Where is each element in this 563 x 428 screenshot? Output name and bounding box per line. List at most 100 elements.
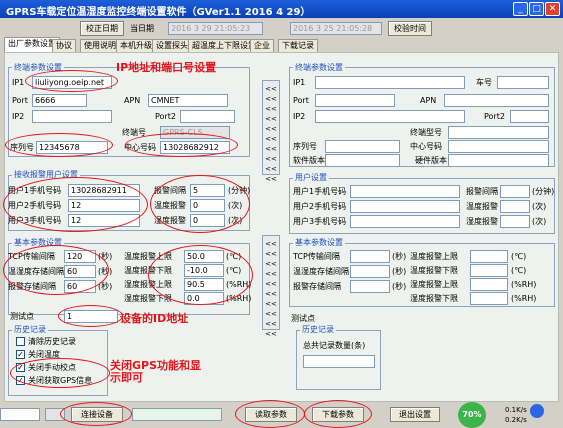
tab-4[interactable]: 设置探头 bbox=[152, 39, 192, 52]
history-count-field bbox=[303, 355, 375, 368]
right-basic-left-0-field bbox=[350, 250, 390, 263]
car-no-field bbox=[497, 76, 549, 89]
right-basic-right-1-unit: (℃) bbox=[511, 266, 527, 275]
right-apn-field bbox=[444, 94, 549, 107]
right-user-2-unit: (次) bbox=[532, 202, 547, 211]
status-field bbox=[132, 408, 222, 421]
right-user-2-tail: 温度报警 bbox=[466, 202, 498, 211]
hw-version-label: 硬件版本 bbox=[415, 156, 447, 165]
window-title-bar: GPRS车载定位温湿度监控终端设置软件（GVer1.1 2016 4 29） bbox=[0, 0, 563, 18]
right-basic-right-2-field bbox=[470, 278, 508, 291]
right-basic-header: 基本参数设置 bbox=[293, 237, 345, 248]
port-input[interactable]: 6666 bbox=[32, 94, 87, 107]
right-port2-field bbox=[510, 110, 549, 123]
right-user-1-label: 用户1手机号码 bbox=[293, 187, 347, 196]
right-ip2-field bbox=[315, 110, 465, 123]
right-user-2-label: 用户2手机号码 bbox=[293, 202, 347, 211]
test-point-label: 测试点 bbox=[10, 312, 34, 321]
right-basic-right-0-field bbox=[470, 250, 508, 263]
sw-version-field bbox=[325, 154, 400, 167]
port-label: Port bbox=[12, 96, 28, 105]
right-basic-left-2-label: 报警存储间隔 bbox=[293, 282, 341, 291]
right-basic-left-1-label: 温湿度存储间隔 bbox=[293, 267, 349, 276]
minimize-button[interactable]: _ bbox=[513, 2, 528, 16]
right-basic-left-0-unit: (秒) bbox=[392, 252, 407, 261]
right-port-label: Port bbox=[293, 96, 309, 105]
apn-input[interactable]: CMNET bbox=[148, 94, 228, 107]
right-basic-left-1-field bbox=[350, 265, 390, 278]
copy-arrows-upper[interactable]: <<<< <<<< <<<< <<<< <<<< bbox=[262, 80, 280, 183]
right-user-header: 用户设置 bbox=[293, 172, 329, 183]
ip-label: IP1 bbox=[12, 78, 25, 87]
maximize-button[interactable]: □ bbox=[529, 2, 544, 16]
car-no-label: 车号 bbox=[476, 78, 492, 87]
right-user-3-field bbox=[350, 215, 460, 228]
right-basic-left-1-unit: (秒) bbox=[392, 267, 407, 276]
tab-2[interactable]: 使用说明 bbox=[80, 39, 120, 52]
limits-highlight-circle bbox=[148, 245, 253, 305]
right-serial-field bbox=[325, 140, 400, 153]
right-terminal-header: 终端参数设置 bbox=[293, 62, 345, 73]
right-basic-right-2-label: 湿度报警上限 bbox=[410, 280, 458, 289]
ip-highlight-circle bbox=[25, 70, 118, 92]
tab-7[interactable]: 下载记录 bbox=[278, 39, 318, 52]
network-icon bbox=[530, 404, 544, 418]
ip2-label: IP2 bbox=[12, 112, 25, 121]
tab-3[interactable]: 本机升级 bbox=[116, 39, 156, 52]
check-time-button[interactable]: 校验时间 bbox=[388, 21, 432, 36]
cpu-gauge-icon: 70% bbox=[458, 402, 486, 428]
history-check-1[interactable]: ✓ bbox=[16, 350, 25, 359]
window-title: GPRS车载定位温湿度监控终端设置软件（GVer1.1 2016 4 29） bbox=[6, 7, 311, 18]
right-basic-left-2-field bbox=[350, 280, 390, 293]
right-basic-right-1-field bbox=[470, 264, 508, 277]
users-highlight-circle bbox=[3, 177, 148, 232]
right-center-field bbox=[448, 140, 549, 153]
tab-6[interactable]: 企业 bbox=[250, 39, 274, 52]
calibrate-date-button[interactable]: 校正日期 bbox=[80, 21, 124, 36]
right-basic-right-0-label: 温度报警上限 bbox=[410, 252, 458, 261]
right-basic-right-1-label: 温度报警下限 bbox=[410, 266, 458, 275]
right-user-1-tail-field bbox=[500, 185, 530, 198]
port2-label: Port2 bbox=[155, 112, 176, 121]
copy-arrows-lower[interactable]: <<<< <<<< <<<< <<<< <<<< bbox=[262, 235, 280, 338]
right-basic-right-3-label: 湿度报警下限 bbox=[410, 294, 458, 303]
right-terminal-model-field bbox=[448, 126, 549, 139]
sw-version-label: 软件版本 bbox=[293, 156, 325, 165]
com-port-select[interactable] bbox=[0, 408, 40, 421]
download-speed: 0.2K/s bbox=[505, 416, 527, 424]
device-date-field: 2016 3 29 21:05:23 bbox=[168, 22, 263, 35]
port2-input[interactable] bbox=[180, 110, 235, 123]
right-user-3-unit: (次) bbox=[532, 217, 547, 226]
pc-date-field: 2016 3 25 21:05:28 bbox=[290, 22, 382, 35]
close-button[interactable]: ✕ bbox=[545, 2, 560, 16]
right-user-1-field bbox=[350, 185, 460, 198]
exit-button[interactable]: 退出设置 bbox=[390, 407, 440, 422]
right-user-1-tail: 报警间隔 bbox=[466, 187, 498, 196]
history-check-0[interactable] bbox=[16, 337, 25, 346]
history-count-label: 总共记录数量(条) bbox=[303, 341, 366, 350]
gps-highlight-circle bbox=[10, 358, 110, 388]
read-highlight-circle bbox=[235, 400, 305, 428]
right-user-3-tail: 湿度报警 bbox=[466, 217, 498, 226]
right-basic-left-2-unit: (秒) bbox=[392, 282, 407, 291]
alarm-highlight-circle bbox=[150, 175, 250, 233]
right-serial-label: 序列号 bbox=[293, 142, 317, 151]
apn-label: APN bbox=[124, 96, 141, 105]
ip2-input[interactable] bbox=[32, 110, 112, 123]
history-header: 历史记录 bbox=[12, 324, 48, 335]
right-user-2-field bbox=[350, 200, 460, 213]
connect-highlight-circle bbox=[60, 402, 132, 426]
right-ip-field bbox=[315, 76, 465, 89]
right-basic-right-3-field bbox=[470, 292, 508, 305]
hw-version-field bbox=[448, 154, 549, 167]
right-ip-label: IP1 bbox=[293, 78, 306, 87]
right-center-label: 中心号码 bbox=[410, 142, 442, 151]
right-basic-right-0-unit: (℃) bbox=[511, 252, 527, 261]
right-basic-right-2-unit: (%RH) bbox=[511, 280, 537, 289]
date-label: 当日期 bbox=[130, 24, 154, 33]
tab-1[interactable]: 协议 bbox=[52, 39, 76, 52]
right-history-header: 历史记录 bbox=[300, 324, 336, 335]
gps-annotation: 关闭GPS功能和显示即可 bbox=[110, 359, 202, 384]
device-id-annotation: 设备的ID地址 bbox=[120, 312, 189, 325]
right-test-point-label: 测试点 bbox=[291, 314, 315, 323]
